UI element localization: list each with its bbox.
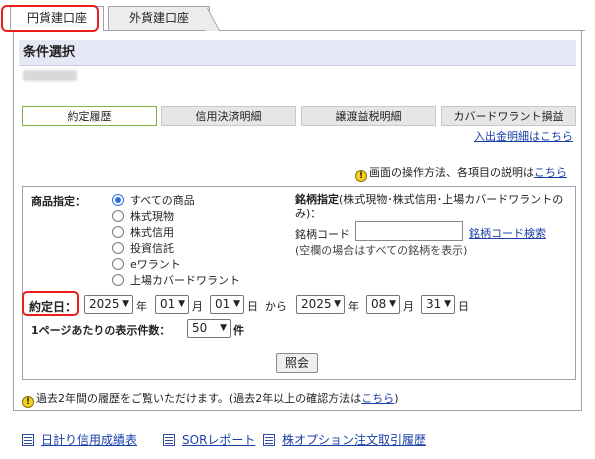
highlight-active-tab [1,5,99,32]
stock-code-input[interactable] [355,221,463,241]
radio-button[interactable] [112,258,124,270]
unit-year: 年 [136,300,147,313]
help-link[interactable]: こちら [534,166,567,179]
chevron-down-icon: ▼ [444,299,451,309]
masked-account-info [23,70,77,81]
menu-trade-history[interactable]: 約定履歴 [22,106,157,126]
product-label: 商品指定： [31,195,86,208]
stock-code-search-link[interactable]: 銘柄コード検索 [469,225,546,241]
daily-margin-report-link[interactable]: 日計り信用成績表 [22,431,137,448]
chevron-down-icon: ▼ [233,299,240,309]
unit-day: 日 [247,300,258,313]
radio-cash-stock[interactable]: 株式現物 [112,208,174,224]
range-word: から [265,300,287,313]
unit-day: 日 [458,300,469,313]
to-month-select[interactable]: 08 ▼ [366,295,400,314]
info-icon: ! [355,170,367,182]
radio-button[interactable] [112,242,124,254]
list-icon [22,433,34,446]
radio-button[interactable] [112,274,124,286]
page-title: 条件選択 [19,40,576,66]
chevron-down-icon: ▼ [122,299,129,309]
radio-button[interactable] [112,210,124,222]
list-icon [263,433,275,446]
chevron-down-icon: ▼ [220,323,227,333]
stock-spec-label: 銘柄指定(株式現物･株式信用･上場カバードワラントのみ)： [295,193,564,220]
help-line: ! 画面の操作方法、各項目の説明はこちら [355,164,567,182]
menu-margin-settlement[interactable]: 信用決済明細 [161,106,296,126]
highlight-trade-date [22,291,79,316]
to-year-select[interactable]: 2025 ▼ [296,295,345,314]
stock-option-history-link[interactable]: 株オプション注文取引履歴 [263,431,426,448]
radio-margin-stock[interactable]: 株式信用 [112,224,174,240]
unit-year: 年 [348,300,359,313]
to-day-select[interactable]: 31 ▼ [421,295,455,314]
deposit-withdrawal-link[interactable]: 入出金明細はこちら [474,128,573,144]
chevron-down-icon: ▼ [178,299,185,309]
from-year-select[interactable]: 2025 ▼ [84,295,133,314]
info-icon: ! [22,396,34,408]
per-page-label: 1ページあたりの表示件数： [31,324,171,337]
stock-code-label: 銘柄コード [295,228,350,241]
radio-e-warrant[interactable]: eワラント [112,256,181,272]
menu-capital-gains-tax[interactable]: 譲渡益税明細 [301,106,436,126]
submit-button[interactable]: 照会 [276,353,318,373]
chevron-down-icon: ▼ [334,299,341,309]
radio-investment-trust[interactable]: 投資信託 [112,240,174,256]
per-page-select[interactable]: 50 ▼ [187,319,231,338]
radio-covered-warrant[interactable]: 上場カバードワラント [112,272,240,288]
menu-covered-warrant-pl[interactable]: カバードワラント損益 [441,106,576,126]
unit-month: 月 [192,300,203,313]
stock-hint: (空欄の場合はすべての銘柄を表示) [295,244,468,257]
chevron-down-icon: ▼ [389,299,396,309]
from-month-select[interactable]: 01 ▼ [155,295,189,314]
radio-all-products[interactable]: すべての商品 [112,192,195,208]
list-icon [163,433,175,446]
unit-month: 月 [403,300,414,313]
notice-link[interactable]: こちら [361,392,394,405]
history-notice: ! 過去2年間の履歴をご覧いただけます。(過去2年以上の確認方法はこちら) [22,390,398,408]
help-text: 画面の操作方法、各項目の説明は [369,166,534,179]
from-day-select[interactable]: 01 ▼ [210,295,244,314]
radio-button[interactable] [112,226,124,238]
radio-button[interactable] [112,194,124,206]
sor-report-link[interactable]: SORレポート [163,431,255,448]
per-page-unit: 件 [233,324,244,337]
